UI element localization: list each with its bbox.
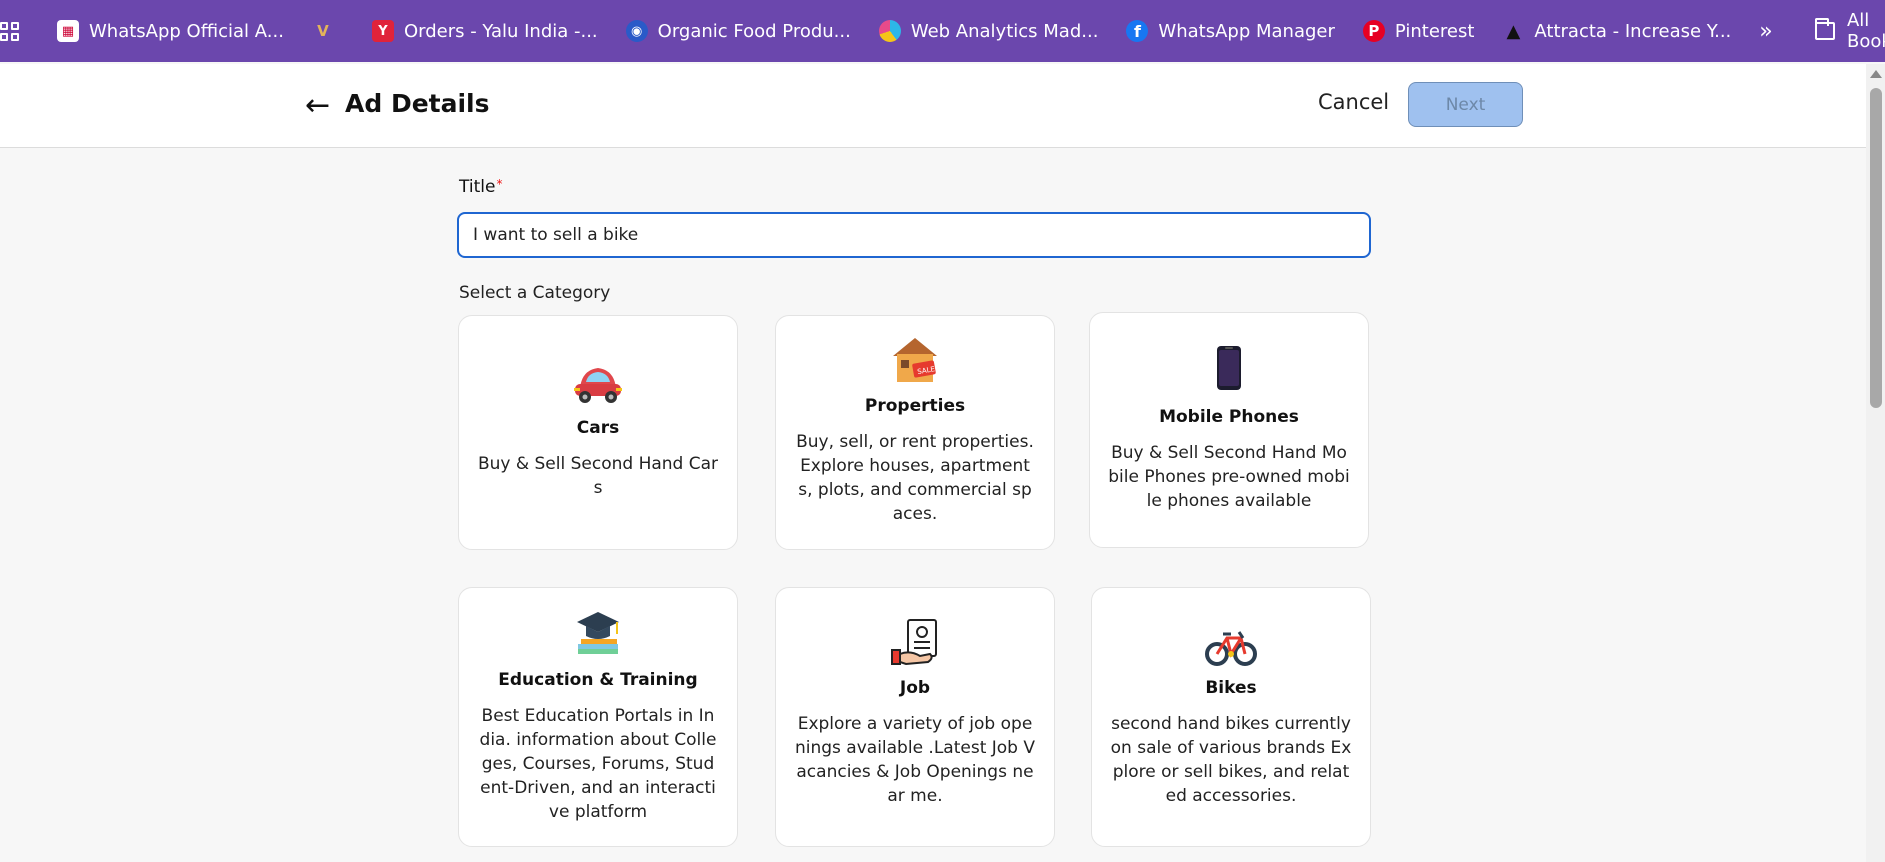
category-card-job[interactable]: Job Explore a variety of job openings av… [775, 587, 1055, 847]
bookmark-label: Attracta - Increase Y... [1534, 20, 1732, 42]
category-description: Best Education Portals in India. informa… [479, 706, 717, 822]
category-card-education-training[interactable]: Education & Training Best Education Port… [458, 587, 738, 847]
category-title: Job [899, 678, 931, 698]
category-label: Select a Category [459, 283, 611, 303]
bookmark-label: WhatsApp Manager [1158, 20, 1335, 42]
category-title: Cars [576, 418, 620, 438]
category-description: Buy & Sell Second Hand Cars [477, 454, 719, 498]
organic-globe-icon: ◉ [625, 20, 648, 42]
bookmark-whatsapp-manager[interactable]: f WhatsApp Manager [1126, 20, 1335, 42]
bookmark-attracta[interactable]: ▲ Attracta - Increase Y... [1502, 20, 1731, 42]
bookmarks-bar: ▦ WhatsApp Official A... V Y Orders - Ya… [0, 0, 1885, 62]
facebook-icon: f [1126, 20, 1149, 42]
category-title: Education & Training [498, 670, 698, 690]
scroll-up-arrow-icon[interactable] [1870, 70, 1882, 78]
category-description: second hand bikes currently on sale of v… [1110, 714, 1352, 806]
title-label-text: Title [459, 177, 496, 197]
page-title: Ad Details [345, 89, 490, 118]
category-title: Bikes [1205, 678, 1257, 698]
category-card-bikes[interactable]: Bikes second hand bikes currently on sal… [1091, 587, 1371, 847]
bookmark-label: Orders - Yalu India -... [403, 20, 598, 42]
bookmark-label: Organic Food Produ... [657, 20, 851, 42]
category-title: Mobile Phones [1159, 407, 1299, 427]
category-card-properties[interactable]: SALE Properties Buy, sell, or rent prope… [775, 315, 1055, 550]
page-header: ← Ad Details Cancel Next [0, 64, 1866, 148]
pinterest-icon: P [1362, 20, 1385, 42]
scrollbar[interactable] [1866, 64, 1885, 862]
bookmark-label: Web Analytics Mad... [910, 20, 1099, 42]
apps-grid-icon[interactable] [0, 19, 19, 43]
calendar-logo-icon: ▦ [57, 20, 79, 42]
job-resume-icon [776, 618, 1054, 668]
car-icon [459, 356, 737, 404]
back-arrow-icon[interactable]: ← [305, 88, 330, 123]
attracta-icon: ▲ [1506, 20, 1521, 42]
bicycle-icon [1092, 618, 1370, 668]
category-title: Properties [864, 396, 966, 416]
bookmark-pinterest[interactable]: P Pinterest [1362, 20, 1475, 42]
graduation-cap-icon [459, 606, 737, 656]
required-asterisk: * [496, 177, 503, 191]
scroll-thumb[interactable] [1870, 88, 1882, 408]
bookmark-vault[interactable]: V [312, 20, 344, 42]
bookmark-organic-food[interactable]: ◉ Organic Food Produ... [625, 20, 851, 42]
category-card-mobile-phones[interactable]: Mobile Phones Buy & Sell Second Hand Mob… [1089, 312, 1369, 548]
bookmark-label: Pinterest [1394, 20, 1475, 42]
category-description: Explore a variety of job openings availa… [794, 714, 1036, 806]
bookmark-web-analytics[interactable]: Web Analytics Mad... [878, 20, 1099, 42]
bookmark-yalu-orders[interactable]: Y Orders - Yalu India -... [371, 20, 598, 42]
folder-icon [1814, 18, 1835, 40]
all-bookmarks-label: All Bookmarks [1846, 10, 1885, 52]
cancel-button[interactable]: Cancel [1318, 90, 1389, 114]
category-description: Buy, sell, or rent properties. Explore h… [796, 432, 1034, 524]
title-label: Title* [459, 177, 502, 197]
analytics-pie-icon [878, 20, 901, 42]
smartphone-icon [1090, 345, 1368, 391]
house-sale-icon: SALE [776, 334, 1054, 384]
bookmark-label: WhatsApp Official A... [89, 20, 284, 42]
more-bookmarks-chevron-icon[interactable]: » [1759, 19, 1772, 44]
yalu-logo-icon: Y [371, 20, 394, 42]
bookmark-whatsapp-official[interactable]: ▦ WhatsApp Official A... [57, 20, 284, 42]
category-description: Buy & Sell Second Hand Mobile Phones pre… [1108, 443, 1350, 511]
category-card-cars[interactable]: Cars Buy & Sell Second Hand Cars [458, 315, 738, 550]
all-bookmarks-button[interactable]: All Bookmarks [1814, 10, 1885, 52]
next-button[interactable]: Next [1408, 82, 1523, 127]
title-input[interactable] [457, 212, 1371, 258]
vault-logo-icon: V [317, 22, 329, 40]
